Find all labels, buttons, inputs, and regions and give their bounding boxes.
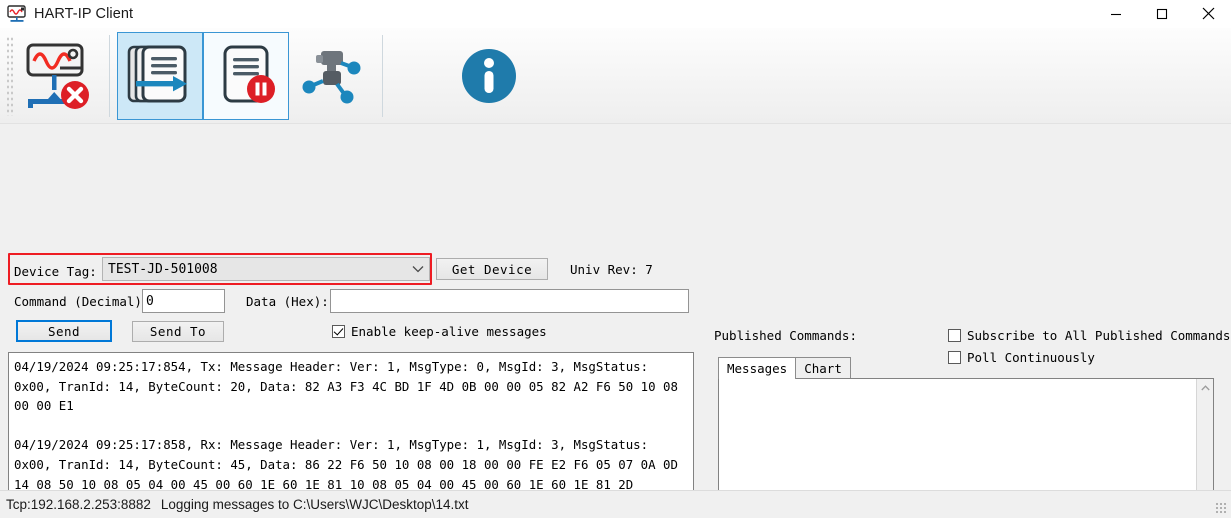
scroll-up-icon[interactable] (1197, 379, 1214, 396)
start-logging-button[interactable] (117, 31, 203, 120)
keepalive-label: Enable keep-alive messages (351, 324, 547, 339)
close-button[interactable] (1185, 0, 1231, 28)
window-title: HART-IP Client (34, 5, 134, 22)
command-label: Command (Decimal) (14, 294, 142, 309)
about-button[interactable] (446, 32, 532, 120)
subscribe-all-checkbox[interactable] (948, 329, 961, 342)
chevron-down-icon (407, 265, 429, 273)
tab-chart[interactable]: Chart (795, 357, 851, 379)
title-bar: HART-IP Client (0, 0, 1231, 28)
hart-monitor-icon (6, 4, 28, 23)
pause-logging-button[interactable] (203, 31, 289, 120)
univ-rev-label: Univ Rev: 7 (570, 262, 653, 277)
document-pause-icon (209, 39, 283, 113)
keepalive-checkbox[interactable] (332, 325, 345, 338)
network-nodes-icon (297, 41, 367, 111)
disconnect-device-button[interactable] (16, 32, 102, 120)
published-messages-text (719, 379, 1213, 383)
maximize-button[interactable] (1139, 0, 1185, 28)
toolbar-grip-dots (6, 35, 14, 116)
command-input[interactable]: 0 (142, 289, 225, 313)
status-logging-path: Logging messages to C:\Users\WJC\Desktop… (160, 497, 469, 512)
resize-grip[interactable] (1214, 501, 1227, 514)
message-log-text: 04/19/2024 09:25:17:854, Tx: Message Hea… (14, 359, 678, 492)
tab-messages[interactable]: Messages (718, 357, 797, 379)
published-commands-label: Published Commands: (714, 328, 857, 343)
data-hex-label: Data (Hex): (246, 294, 329, 309)
toolbar-separator-2 (382, 34, 383, 117)
device-tag-label: Device Tag: (14, 264, 97, 279)
minimize-button[interactable] (1093, 0, 1139, 28)
device-disconnect-icon (20, 37, 98, 115)
main-toolbar (0, 28, 1231, 124)
info-circle-icon (458, 45, 520, 107)
hart-ip-client-window: HART-IP Client Device Tag: TEST-JD-50100… (0, 0, 1231, 518)
send-button[interactable]: Send (16, 320, 112, 342)
main-content: Device Tag: TEST-JD-501008 Get Device Un… (0, 124, 1231, 518)
status-connection: Tcp:192.168.2.253:8882 (6, 497, 151, 512)
toolbar-separator-1 (109, 34, 110, 117)
get-device-button[interactable]: Get Device (436, 258, 548, 280)
data-hex-input[interactable] (330, 289, 689, 313)
send-to-button[interactable]: Send To (132, 321, 224, 342)
documents-arrow-icon (123, 39, 197, 113)
keepalive-checkbox-row[interactable]: Enable keep-alive messages (332, 324, 547, 339)
published-tabstrip: Messages Chart (718, 357, 851, 379)
subscribe-all-checkbox-row[interactable]: Subscribe to All Published Commands (948, 328, 1230, 343)
poll-continuously-label: Poll Continuously (967, 350, 1095, 365)
poll-continuously-checkbox-row[interactable]: Poll Continuously (948, 350, 1095, 365)
poll-continuously-checkbox[interactable] (948, 351, 961, 364)
device-tag-value: TEST-JD-501008 (108, 261, 218, 277)
discover-devices-button[interactable] (289, 32, 375, 120)
subscribe-all-label: Subscribe to All Published Commands (967, 328, 1231, 343)
status-bar: Tcp:192.168.2.253:8882 Logging messages … (0, 490, 1231, 518)
device-tag-combo[interactable]: TEST-JD-501008 (102, 257, 430, 281)
